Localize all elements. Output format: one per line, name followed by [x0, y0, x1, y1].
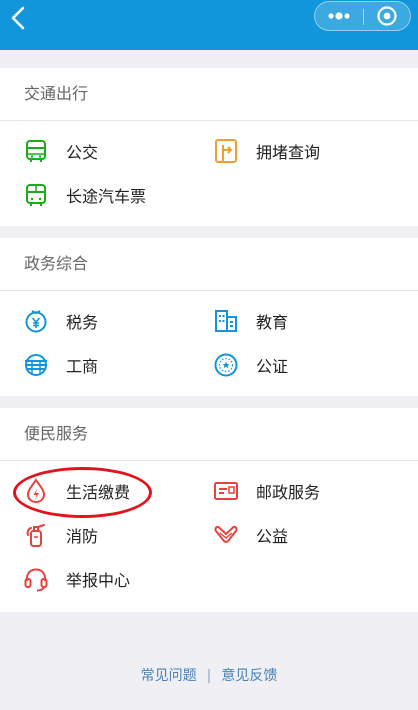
tax-icon: [25, 310, 47, 333]
item-coach-ticket[interactable]: 长途汽车票: [22, 177, 146, 213]
footer-links: 常见问题 | 意见反馈: [0, 666, 418, 686]
item-report-center[interactable]: 举报中心: [22, 561, 130, 597]
item-label: 工商: [66, 357, 99, 376]
more-button[interactable]: [315, 2, 363, 30]
divider: [0, 120, 418, 121]
feedback-link[interactable]: 意见反馈: [221, 668, 277, 684]
divider: [0, 460, 418, 461]
footer-separator: |: [206, 668, 212, 684]
back-arrow-icon: [11, 6, 25, 30]
headset-icon: [24, 568, 48, 592]
item-label: 举报中心: [66, 571, 131, 590]
section-government: 政务综合 税务 教育 工商 公证: [0, 238, 418, 396]
item-charity[interactable]: 公益: [212, 517, 288, 553]
item-notary[interactable]: 公证: [212, 347, 288, 383]
item-education[interactable]: 教育: [212, 303, 288, 339]
highlight-circle-annotation: [13, 467, 152, 518]
item-label: 长途汽车票: [66, 187, 147, 206]
section-title: 政务综合: [24, 254, 89, 273]
charity-heart-hand-icon: [214, 525, 238, 543]
item-bus[interactable]: 公交: [22, 133, 98, 169]
divider: [0, 290, 418, 291]
target-circle-icon: [377, 6, 397, 26]
section-title: 便民服务: [24, 424, 89, 443]
more-dots-icon: [328, 12, 350, 20]
top-nav-bar: [0, 0, 418, 50]
item-commerce[interactable]: 工商: [22, 347, 98, 383]
back-button[interactable]: [6, 4, 32, 32]
item-fire-safety[interactable]: 消防: [22, 517, 98, 553]
item-label: 税务: [66, 313, 99, 332]
mini-program-capsule: [314, 1, 411, 31]
item-traffic-query[interactable]: 拥堵查询: [212, 133, 320, 169]
bus-icon: [26, 140, 46, 162]
road-sign-icon: [215, 139, 237, 163]
faq-link[interactable]: 常见问题: [141, 668, 197, 684]
item-label: 拥堵查询: [256, 143, 321, 162]
item-label: 邮政服务: [256, 483, 321, 502]
close-button[interactable]: [364, 2, 410, 30]
item-label: 公益: [256, 527, 289, 546]
coach-bus-icon: [26, 184, 46, 206]
section-title: 交通出行: [24, 84, 89, 103]
postal-card-icon: [214, 482, 238, 500]
item-label: 公证: [256, 357, 289, 376]
industry-commerce-icon: [25, 354, 47, 376]
item-label: 消防: [66, 527, 99, 546]
fire-extinguisher-icon: [26, 524, 45, 547]
item-label: 公交: [66, 143, 99, 162]
section-transport: 交通出行 公交 拥堵查询 长途汽车票: [0, 68, 418, 226]
item-tax[interactable]: 税务: [22, 303, 98, 339]
school-building-icon: [215, 310, 237, 332]
notary-seal-icon: [214, 353, 238, 377]
item-label: 教育: [256, 313, 289, 332]
item-postal-service[interactable]: 邮政服务: [212, 473, 320, 509]
